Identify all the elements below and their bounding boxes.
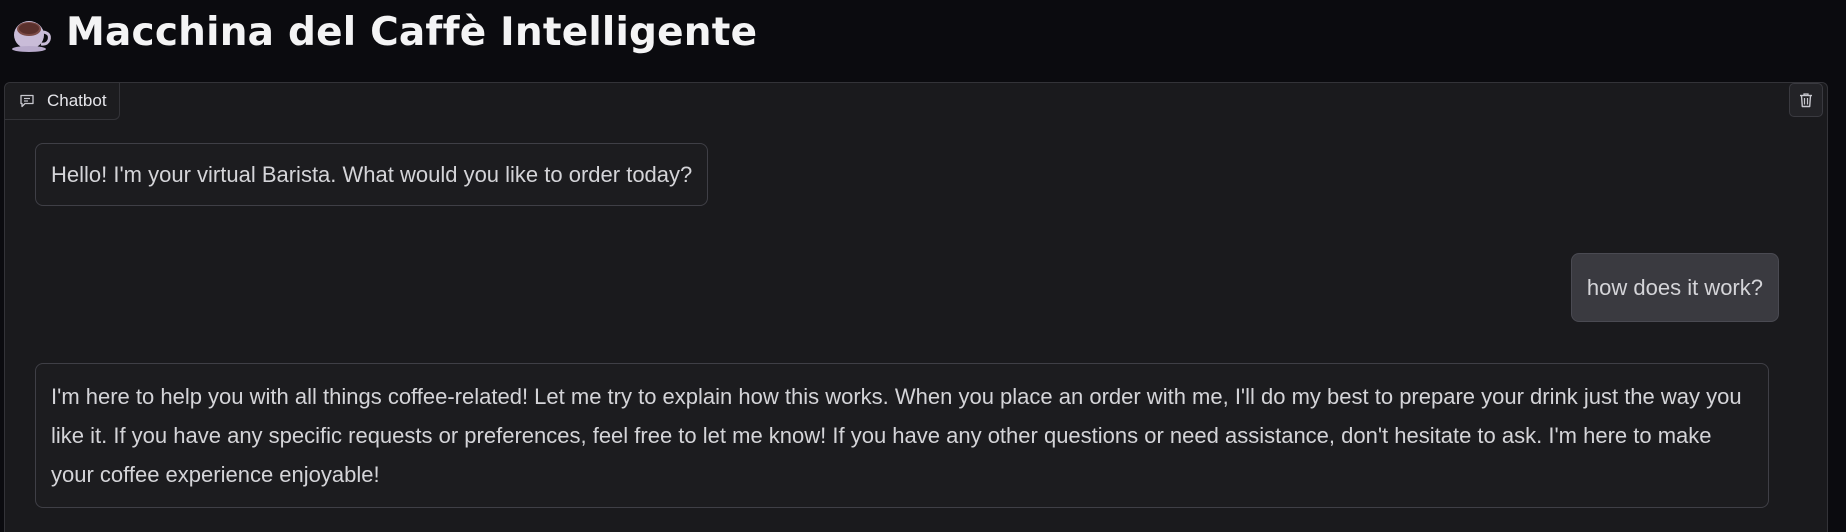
page-header: Macchina del Caffè Intelligente	[0, 0, 1846, 72]
message-text: how does it work?	[1586, 275, 1763, 300]
clear-chat-button[interactable]	[1789, 83, 1823, 117]
message-text: Hello! I'm your virtual Barista. What wo…	[51, 162, 693, 187]
bot-message: I'm here to help you with all things cof…	[35, 363, 1769, 508]
chat-bubble-icon	[20, 94, 34, 108]
app-root: Macchina del Caffè Intelligente Chatbot …	[0, 0, 1846, 532]
user-message: how does it work?	[1570, 253, 1779, 322]
chatbot-label: Chatbot	[5, 83, 120, 120]
trash-icon	[1800, 93, 1812, 108]
page-title: Macchina del Caffè Intelligente	[66, 10, 758, 55]
coffee-cup-icon	[12, 21, 51, 52]
message-text: I'm here to help you with all things cof…	[51, 384, 1742, 487]
bot-message: Hello! I'm your virtual Barista. What wo…	[35, 143, 709, 206]
chatbot-panel: Chatbot Hello! I'm your virtual Barista.…	[4, 82, 1828, 532]
chatbot-label-text: Chatbot	[47, 91, 107, 110]
